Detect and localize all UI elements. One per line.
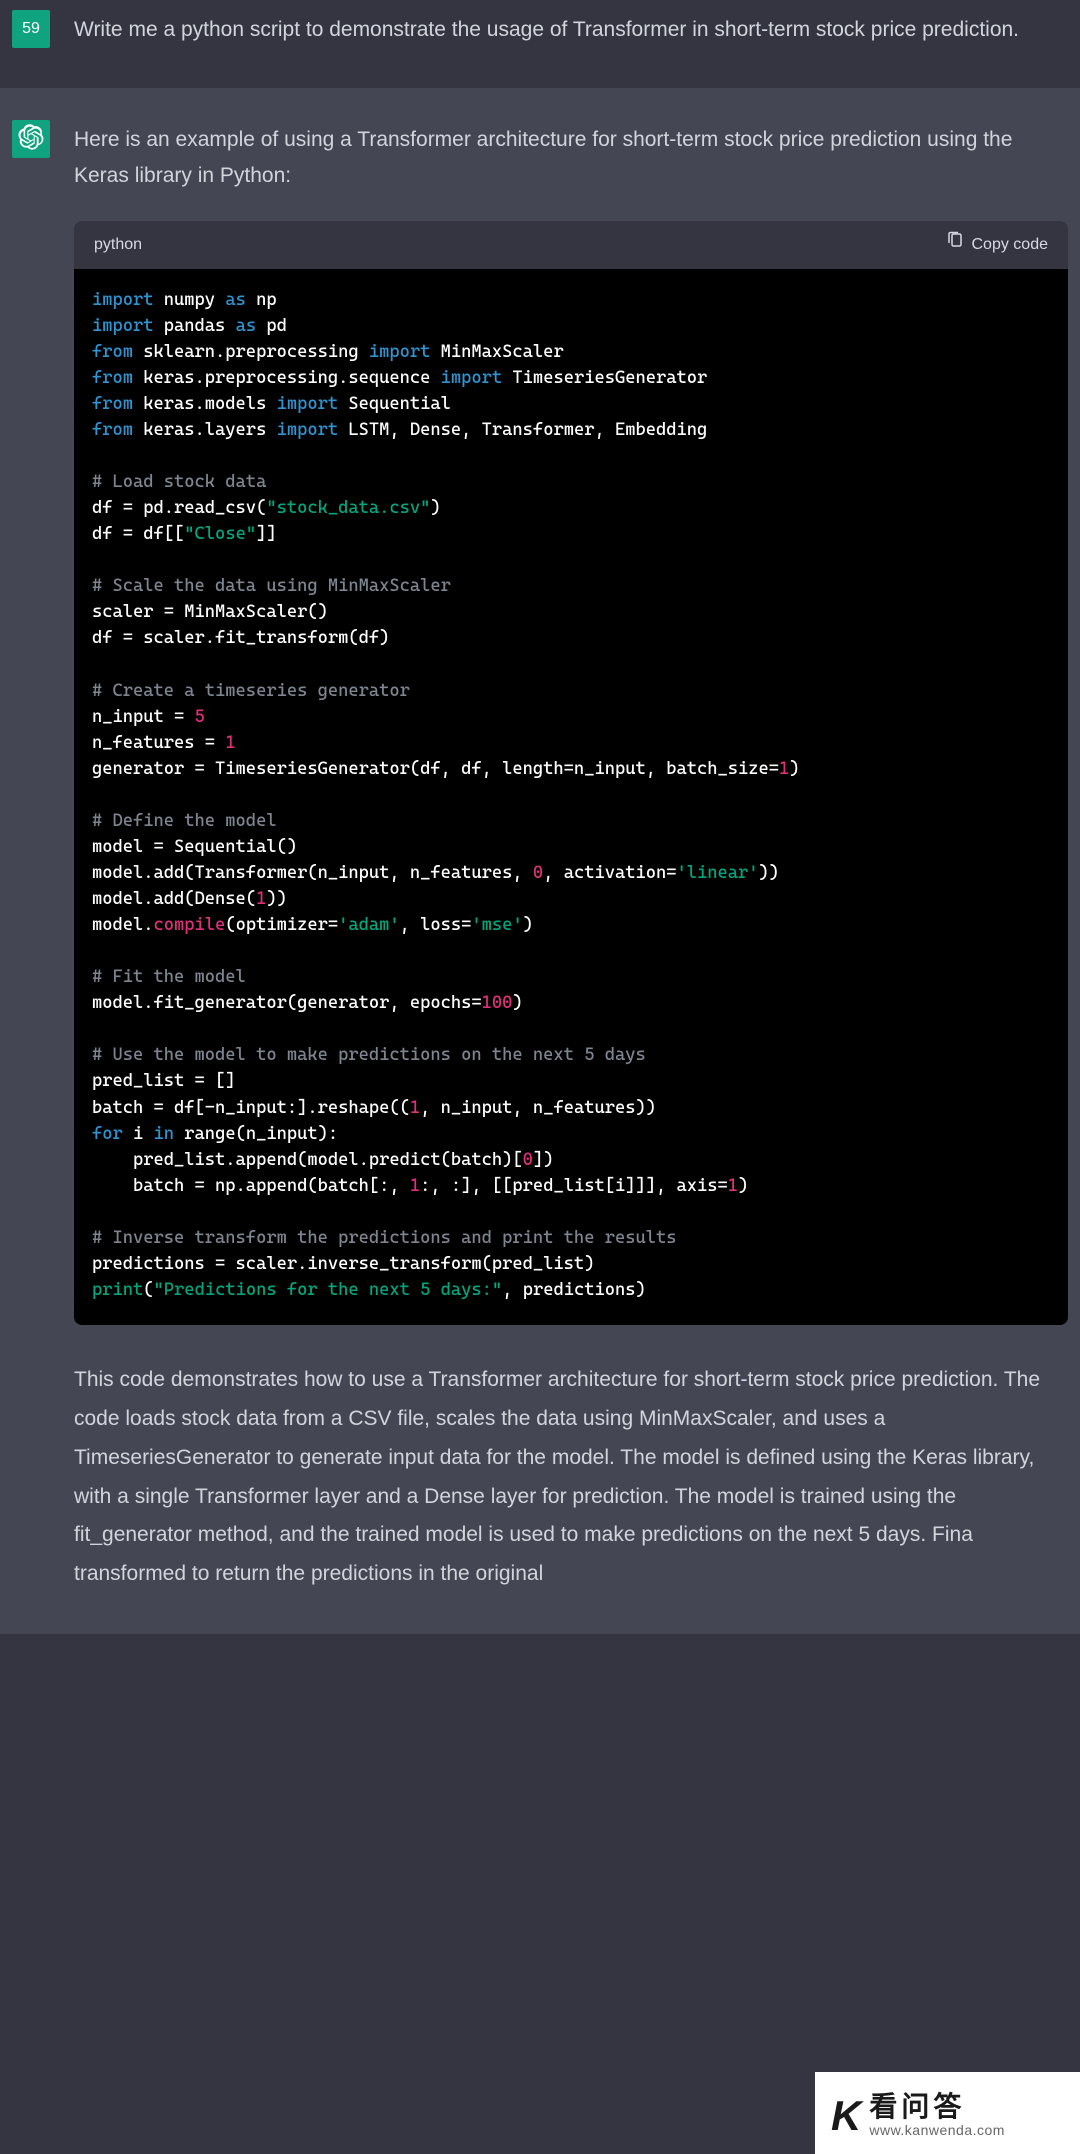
code-content[interactable]: import numpy as np import pandas as pd f… <box>74 269 1068 1325</box>
clipboard-icon <box>946 231 964 258</box>
code-block: python Copy code import numpy as np impo… <box>74 221 1068 1325</box>
assistant-avatar <box>12 120 50 158</box>
assistant-message-row: Here is an example of using a Transforme… <box>0 88 1080 1634</box>
user-message-content: Write me a python script to demonstrate … <box>74 10 1068 48</box>
openai-logo-icon <box>18 124 44 154</box>
watermark-url: www.kanwenda.com <box>869 2123 1005 2138</box>
watermark: K 看问答 www.kanwenda.com <box>815 2072 1080 2154</box>
assistant-explanation: This code demonstrates how to use a Tran… <box>74 1361 1068 1594</box>
watermark-text: 看问答 www.kanwenda.com <box>869 2092 1005 2138</box>
code-header: python Copy code <box>74 221 1068 268</box>
assistant-message-content: Here is an example of using a Transforme… <box>74 120 1068 1594</box>
watermark-logo-icon: K <box>831 2092 859 2140</box>
assistant-intro-text: Here is an example of using a Transforme… <box>74 122 1068 193</box>
user-avatar: 59 <box>12 10 50 48</box>
copy-code-button[interactable]: Copy code <box>946 231 1049 258</box>
code-language-label: python <box>94 231 142 258</box>
user-message-row: 59 Write me a python script to demonstra… <box>0 0 1080 86</box>
user-avatar-text: 59 <box>22 20 40 38</box>
copy-code-label: Copy code <box>972 231 1049 258</box>
watermark-brand: 看问答 <box>869 2092 1005 2123</box>
